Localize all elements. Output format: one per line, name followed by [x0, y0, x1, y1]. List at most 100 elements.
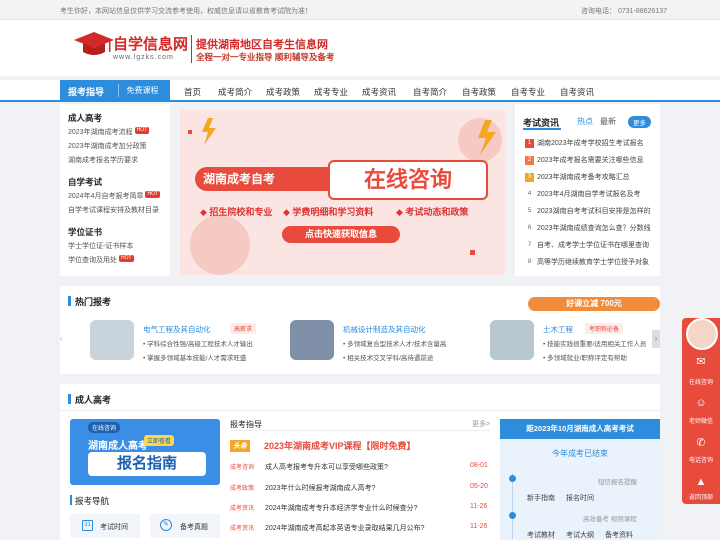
logo-url: www.lgzks.com	[113, 54, 174, 61]
arrow-up-icon[interactable]: ▲	[682, 476, 720, 488]
news-item[interactable]: 4 2023年4月湖南自学考试报名及考	[525, 189, 662, 199]
guide-promo-banner[interactable]: 在线咨询 湖南成人高考 立即查看 报名指南	[70, 419, 220, 485]
guide-exam-time-button[interactable]: 31 考试时间	[70, 514, 140, 538]
news-tab-hot[interactable]: 热点	[577, 116, 593, 127]
sidebar-back-to-top[interactable]: 返回顶部	[682, 492, 720, 501]
banner-get-info-button[interactable]: 点击快速获取信息	[282, 226, 400, 243]
header-subslogan: 全程一对一专业指导 顺利辅导及备考	[196, 52, 335, 62]
news-tab-latest[interactable]: 最新	[600, 116, 616, 127]
major-tag: 高薪求	[230, 323, 257, 334]
guide-list-row[interactable]: 成考资讯	[230, 523, 260, 532]
news-item[interactable]: 2 2023年成考报名需要关注哪些信息	[525, 155, 662, 165]
major-tag: 考职称必备	[585, 323, 624, 334]
video-course-link[interactable]: 高效备考 视频课程	[583, 513, 637, 523]
major-desc: • 多领域复合型技术人才/技术含量高	[343, 341, 447, 348]
header-slogan: 提供湖南地区自考生信息网	[196, 39, 328, 51]
mortarboard-logo-icon[interactable]	[74, 30, 114, 60]
news-item[interactable]: 3 2023年湖南成考备考攻略汇总	[525, 172, 662, 182]
left-menu-link[interactable]: 2023年湖南成考加分政策	[68, 141, 147, 151]
news-item[interactable]: 8 高等学历继续教育学士学位授予对象	[525, 257, 662, 267]
left-menu-link[interactable]: 湖南成考报名学历要求	[68, 155, 138, 165]
left-menu-link[interactable]: 学士学位证-证书样本	[68, 241, 133, 251]
teacher-avatar[interactable]	[686, 318, 718, 350]
divider	[60, 410, 660, 411]
nav-category-tab[interactable]: 报考指导 免费课程	[60, 80, 170, 102]
sidebar-phone-consult[interactable]: 电话咨询	[682, 455, 720, 464]
news-item[interactable]: 1 湖南2023年成考学校招生考试报名	[525, 138, 662, 148]
guide-list-row[interactable]: 成考政策	[230, 483, 260, 492]
major-image-electrical[interactable]	[90, 320, 134, 360]
sidebar-online-consult[interactable]: 在线咨询	[682, 377, 720, 386]
left-menu-title-self: 自学考试	[68, 177, 103, 187]
news-item[interactable]: 6 2023年湖南成绩查询怎么查？分数线	[525, 223, 662, 233]
registration-time-link[interactable]: 报名时间	[566, 493, 594, 503]
major-desc: • 多领域就业/职称评定有帮助	[543, 355, 627, 362]
phone-icon[interactable]: ✆	[682, 436, 720, 449]
guide-list-link[interactable]: 2024年湖南成考专升本经济学专业什么时候查分?	[265, 503, 417, 513]
promo-discount-badge[interactable]: 好课立减 700元	[528, 297, 660, 311]
nav-home[interactable]: 首页	[184, 86, 201, 98]
phone-number: 咨询电话： 0731-88626137	[581, 8, 667, 15]
timeline-dot	[509, 475, 516, 482]
site-notice: 考生你好，本网站信息仅供学习交流参考使用，权威信息请以省教育考试院为准！	[60, 8, 312, 15]
section-marker	[68, 296, 71, 306]
newbie-guide-link[interactable]: 新手指南	[527, 493, 555, 503]
nav-self-news[interactable]: 自考资讯	[560, 86, 594, 98]
major-desc: • 掌握多领域基本技能/人才需求旺盛	[143, 355, 247, 362]
countdown-status: 今年成考已结束	[552, 449, 608, 458]
guide-list-date: 05-20	[470, 483, 488, 490]
major-desc: • 相关技术交叉学科/高待遇前途	[343, 355, 434, 362]
major-desc: • 学科综合性强/高级工程技术人才输出	[143, 341, 253, 348]
adult-exam-title: 成人高考	[75, 395, 112, 405]
carousel-next-icon[interactable]: ›	[652, 330, 660, 348]
nav-tab-guide[interactable]: 报考指导	[68, 85, 104, 98]
nav-adult-news[interactable]: 成考资讯	[362, 86, 396, 98]
major-image-civil[interactable]	[490, 320, 534, 360]
news-item[interactable]: 7 自考、成考学士学位证书在哪里查询	[525, 240, 662, 250]
carousel-prev-icon[interactable]: ‹	[60, 334, 63, 343]
nav-self-major[interactable]: 自考专业	[511, 86, 545, 98]
hot-badge: HOT	[145, 191, 161, 198]
nav-adult-policy[interactable]: 成考政策	[266, 86, 300, 98]
guide-list-date: 11-26	[470, 503, 488, 510]
left-menu-link[interactable]: 2024年4月自考报考简章 HOT	[68, 191, 161, 201]
nav-self-policy[interactable]: 自考政策	[462, 86, 496, 98]
guide-list-row[interactable]: 成考咨询	[230, 462, 260, 471]
nav-adult-intro[interactable]: 成考简介	[218, 86, 252, 98]
guide-list-link[interactable]: 2024年湖南成考高起本英语专业录取结果几月公布?	[265, 523, 424, 533]
logo-text[interactable]: 自学信息网	[113, 33, 188, 54]
left-menu-link[interactable]: 2023年湖南成考流程 HOT	[68, 127, 150, 137]
guide-list-row[interactable]: 成考资讯	[230, 503, 260, 512]
guide-list-title: 报考指导	[230, 420, 262, 429]
major-title[interactable]: 土木工程	[543, 324, 573, 335]
left-menu-link[interactable]: 自学考试课程安排及教材目录	[68, 205, 159, 215]
promo-line2: 报名指南	[88, 452, 206, 476]
banner-title-left: 湖南成考自考	[195, 167, 345, 191]
left-menu-title-degree: 学位证书	[68, 227, 103, 237]
section-marker	[68, 394, 71, 404]
prep-material-link[interactable]: 备考资料	[605, 530, 633, 540]
syllabus-link[interactable]: 考试大纲	[566, 530, 594, 540]
major-title[interactable]: 机械设计制造及其自动化	[343, 324, 426, 335]
guide-list-link[interactable]: 成人高考报考专升本可以享受哪些政策?	[265, 462, 388, 472]
top-bar: 考生你好，本网站信息仅供学习交流参考使用，权威信息请以省教育考试院为准！ 咨询电…	[0, 0, 720, 20]
major-image-mechanical[interactable]	[290, 320, 334, 360]
news-more-button[interactable]: 更多	[628, 116, 651, 128]
nav-tab-free-course[interactable]: 免费课程	[118, 84, 166, 97]
news-item[interactable]: 5 2023湖南自考考试科目安排是怎样的	[525, 206, 662, 216]
logo-divider	[191, 35, 192, 63]
nav-adult-major[interactable]: 成考专业	[314, 86, 348, 98]
major-title[interactable]: 电气工程及其自动化	[143, 324, 211, 335]
left-menu-link[interactable]: 学位查询及用处 HOT	[68, 255, 134, 265]
guide-list-link[interactable]: 2023年什么时候报考湖南成人高考?	[265, 483, 375, 493]
sms-reminder-link[interactable]: 短信报名提醒	[598, 476, 637, 486]
nav-self-intro[interactable]: 自考简介	[413, 86, 447, 98]
textbook-link[interactable]: 考试教材	[527, 530, 555, 540]
sidebar-teacher-wechat[interactable]: 老师微信	[682, 416, 720, 425]
chat-icon[interactable]: ✉	[682, 355, 720, 368]
guide-past-papers-button[interactable]: ✎ 备考真题	[150, 514, 220, 538]
headline-link[interactable]: 2023年湖南成考VIP课程【限时免费】	[264, 439, 416, 452]
wechat-icon[interactable]: ☺	[682, 397, 720, 409]
guide-list-more[interactable]: 更多>	[472, 419, 490, 429]
banner-feature: ◆ 考试动态和政策	[396, 207, 469, 217]
